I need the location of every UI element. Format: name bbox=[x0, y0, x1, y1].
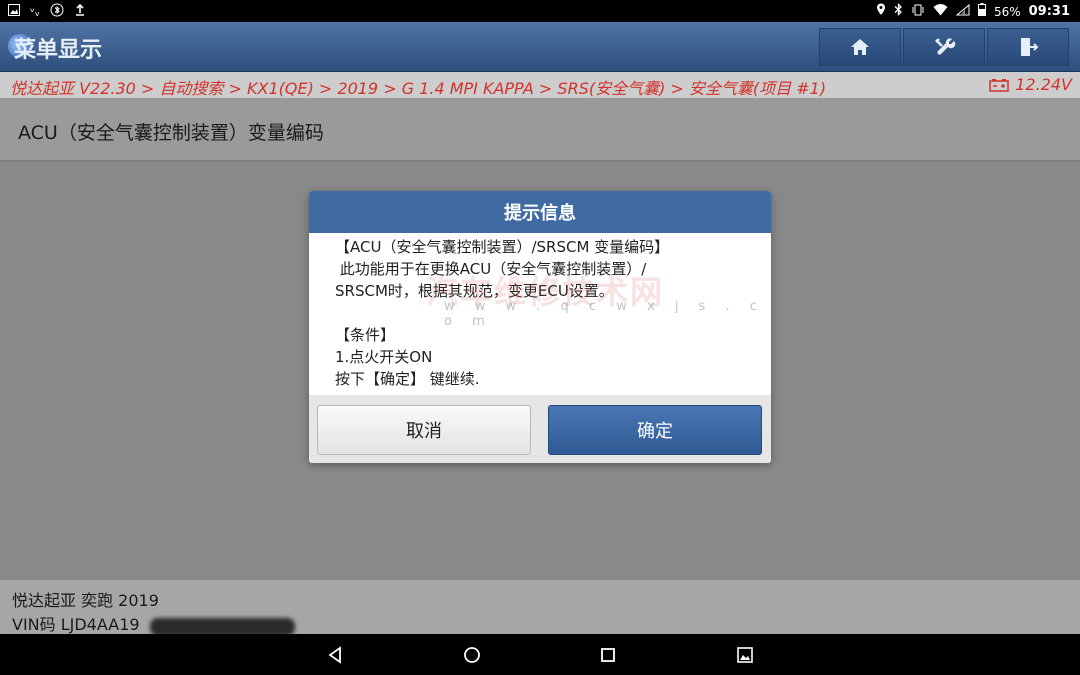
upload-icon bbox=[74, 3, 86, 20]
signal-icon bbox=[955, 3, 970, 20]
diagnose-tools-icon bbox=[935, 38, 956, 55]
vibrate-icon bbox=[911, 4, 925, 20]
exit-button[interactable] bbox=[987, 28, 1069, 66]
dialog-title: 提示信息 bbox=[309, 191, 771, 233]
home-nav-button[interactable] bbox=[461, 644, 483, 666]
image-notification-icon bbox=[8, 4, 20, 20]
function-header: ACU（安全气囊控制装置）变量编码 bbox=[0, 98, 1080, 162]
wifi-icon bbox=[933, 3, 948, 20]
back-icon bbox=[328, 646, 341, 664]
dialog-message: 【ACU（安全气囊控制装置）/SRSCM 变量编码】 此功能用于在更换ACU（安… bbox=[335, 238, 670, 388]
voicemail-notification-icon: ᵛᵥ bbox=[30, 5, 41, 19]
dialog-footer: 取消 确定 bbox=[309, 395, 771, 463]
vehicle-info-bar: 悦达起亚 奕跑 2019 VIN码 LJD4AA19 bbox=[0, 580, 1080, 636]
voltage-value: 12.24V bbox=[1015, 75, 1072, 94]
exit-icon bbox=[1021, 38, 1039, 56]
prompt-dialog: 提示信息 【ACU（安全气囊控制装置）/SRSCM 变量编码】 此功能用于在更换… bbox=[309, 191, 771, 463]
battery-percent: 56% bbox=[993, 4, 1021, 19]
location-icon bbox=[876, 3, 886, 20]
confirm-button[interactable]: 确定 bbox=[548, 405, 762, 455]
home-circle-icon bbox=[464, 647, 480, 663]
home-button[interactable] bbox=[819, 28, 901, 66]
recents-icon bbox=[601, 648, 615, 662]
screenshot-icon bbox=[737, 647, 753, 663]
clock: 09:31 bbox=[1028, 4, 1070, 19]
car-battery-icon bbox=[989, 78, 1009, 92]
vehicle-vin: VIN码 LJD4AA19 bbox=[12, 615, 140, 634]
title-bar: 菜单显示 bbox=[0, 22, 1080, 72]
cancel-button[interactable]: 取消 bbox=[317, 405, 531, 455]
vehicle-model: 悦达起亚 奕跑 2019 bbox=[12, 591, 159, 610]
android-nav-bar bbox=[0, 634, 1080, 675]
voltage-indicator: 12.24V bbox=[989, 75, 1072, 94]
home-icon bbox=[851, 39, 869, 55]
bluetooth-notification-icon bbox=[50, 3, 64, 21]
status-bar: ᵛᵥ 56% 09:31 bbox=[0, 0, 1080, 22]
function-title: ACU（安全气囊控制装置）变量编码 bbox=[18, 122, 324, 144]
recents-button[interactable] bbox=[597, 644, 619, 666]
bluetooth-icon bbox=[894, 2, 903, 20]
tools-button[interactable] bbox=[903, 28, 985, 66]
screenshot-button[interactable] bbox=[734, 644, 756, 666]
back-button[interactable] bbox=[325, 644, 347, 666]
breadcrumb-path: 悦达起亚 V22.30 > 自动搜索 > KX1(QE) > 2019 > G … bbox=[10, 79, 827, 98]
page-title: 菜单显示 bbox=[14, 38, 103, 63]
breadcrumb: 悦达起亚 V22.30 > 自动搜索 > KX1(QE) > 2019 > G … bbox=[0, 72, 1080, 98]
battery-icon bbox=[977, 3, 986, 20]
